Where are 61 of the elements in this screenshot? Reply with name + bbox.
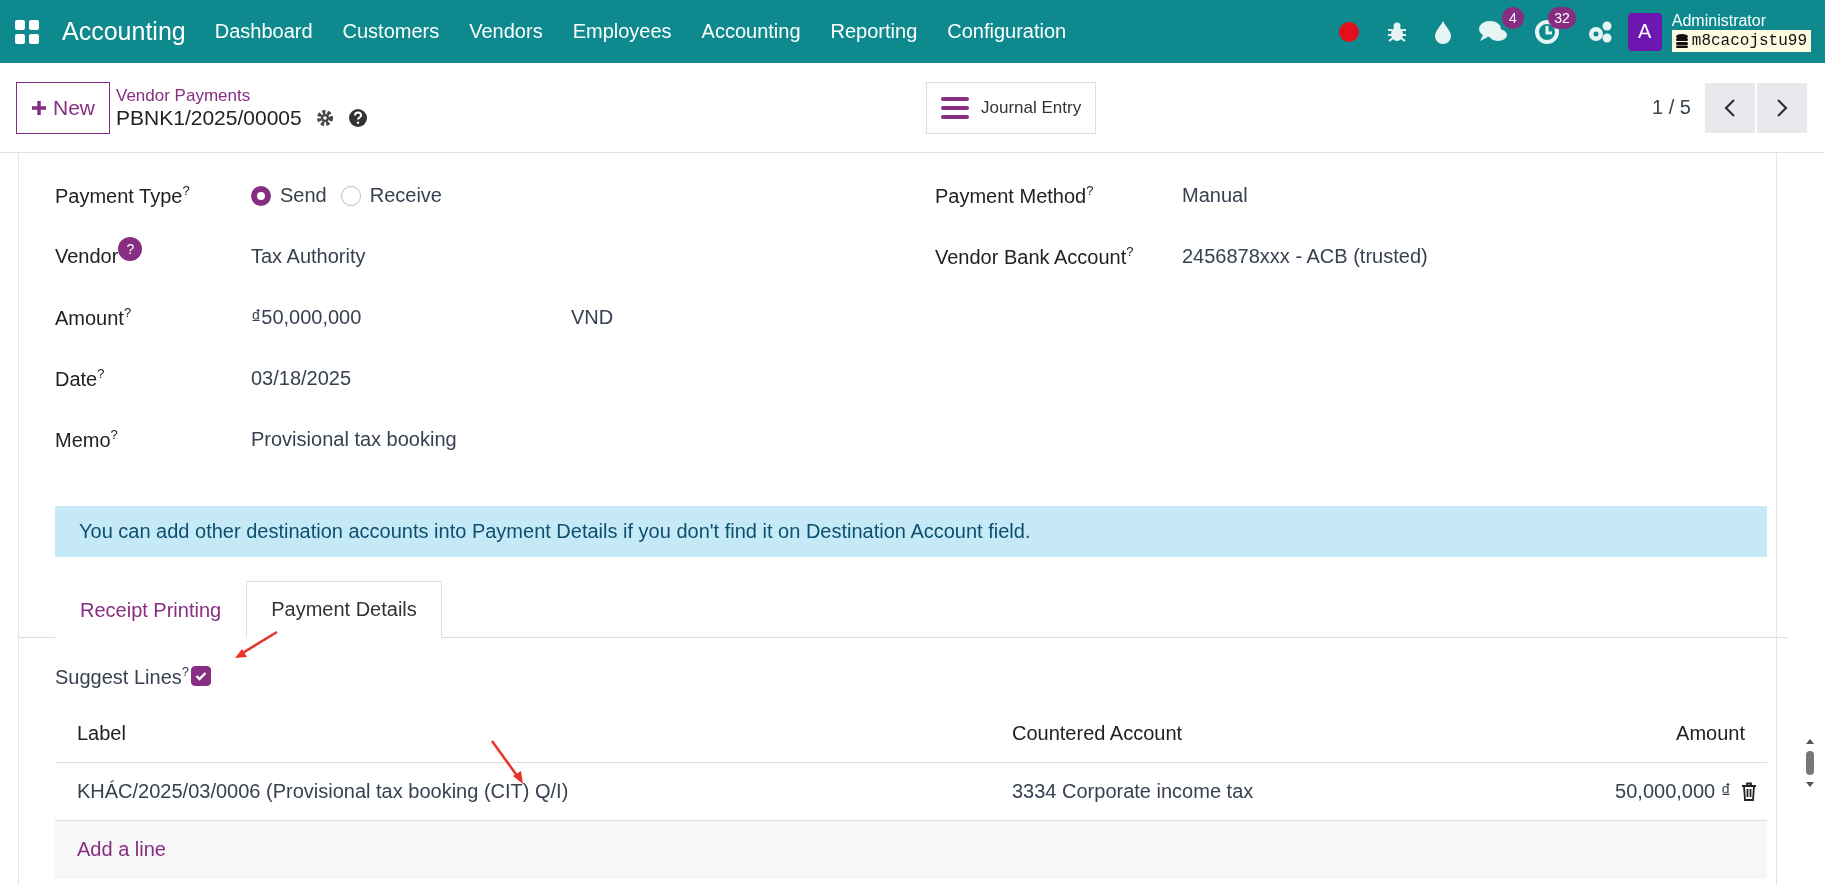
field-label: Payment Type$^{?}$ [55, 183, 191, 208]
info-alert: You can add other destination accounts into Payment Details if you don't find it on Destination Account field. [55, 506, 1767, 557]
user-avatar[interactable]: A [1627, 12, 1662, 51]
drop-icon[interactable] [1433, 19, 1452, 44]
check-icon [195, 671, 207, 682]
annotation-arrow [490, 739, 526, 785]
field-value: 03/18/2025 [251, 367, 352, 390]
field-value: ₫50,000,000 [251, 306, 363, 329]
currency-value: VND [571, 306, 614, 329]
help-icon[interactable] [347, 107, 368, 128]
user-name: Administrator [1671, 11, 1768, 30]
menu-icon [941, 96, 969, 119]
checkbox[interactable] [191, 666, 211, 687]
column-header[interactable]: Label [77, 721, 1012, 745]
database-icon [1675, 33, 1688, 48]
column-header[interactable]: Countered Account [1012, 721, 1405, 745]
menu-item[interactable]: Configuration [932, 20, 1082, 43]
tab[interactable]: Payment Details [246, 581, 442, 638]
chevron-left-icon [1724, 97, 1736, 118]
menu-item[interactable]: Reporting [815, 20, 933, 43]
apps-menu-icon[interactable] [14, 18, 40, 45]
bug-icon[interactable] [1385, 20, 1408, 43]
annotation-arrow [233, 630, 279, 660]
menu-item[interactable]: Customers [327, 20, 455, 43]
chevron-right-icon [1776, 97, 1788, 118]
radio-button[interactable] [251, 185, 271, 206]
journal-entry-button[interactable]: Journal Entry [926, 81, 1097, 134]
count-badge: 32 [1548, 6, 1576, 29]
menu-item[interactable]: Employees [557, 20, 687, 43]
trash-icon[interactable] [1741, 781, 1757, 801]
field-value: 2456878xxx - ACB (trusted) [1182, 245, 1428, 268]
database-label: m8cacojstu99 [1671, 29, 1811, 52]
table-cell: 50,000,000 ₫ [1615, 779, 1731, 803]
column-header[interactable]: Amount [1405, 721, 1745, 745]
pager-counter: 1 / 5 [1652, 96, 1691, 119]
table-cell-text: 3334 Corporate income tax [1012, 779, 1255, 803]
field-label: Vendor Bank Account$^{?}$ [935, 244, 1135, 269]
menu-item[interactable]: Dashboard [199, 20, 328, 43]
menu-item[interactable]: Accounting [686, 20, 816, 43]
field-label: Suggest Lines$^{?}$ [55, 664, 189, 689]
field-label: Memo$^{?}$ [55, 427, 119, 452]
field-value: Provisional tax booking [251, 428, 457, 451]
field-label: Payment Method$^{?}$ [935, 183, 1095, 208]
record-dot-icon[interactable] [1337, 20, 1360, 43]
breadcrumb-link[interactable]: Vendor Payments [116, 85, 926, 106]
field-label: Amount$^{?}$ [55, 305, 133, 330]
scrollbar-drawing [1804, 739, 1816, 787]
radio-label[interactable]: Receive [369, 184, 442, 207]
field-label: Date$^{?}$ [55, 366, 106, 391]
count-badge: 4 [1501, 6, 1524, 29]
table-cell-text: KHÁC/2025/03/0006 (Provisional tax booking (CIT) Q/I) [77, 779, 570, 803]
app-name: Accounting [62, 17, 186, 46]
record-name: PBNK1/2025/00005 [116, 105, 302, 130]
add-line-link[interactable]: Add a line [77, 838, 166, 862]
radio-label[interactable]: Send [280, 184, 327, 207]
field-value: Manual [1182, 184, 1248, 207]
menu-item[interactable]: Vendors [454, 20, 558, 43]
new-button[interactable]: New [16, 81, 110, 134]
plus-icon [31, 99, 47, 116]
help-badge[interactable]: ? [118, 237, 143, 261]
field-value: Tax Authority [251, 245, 366, 268]
